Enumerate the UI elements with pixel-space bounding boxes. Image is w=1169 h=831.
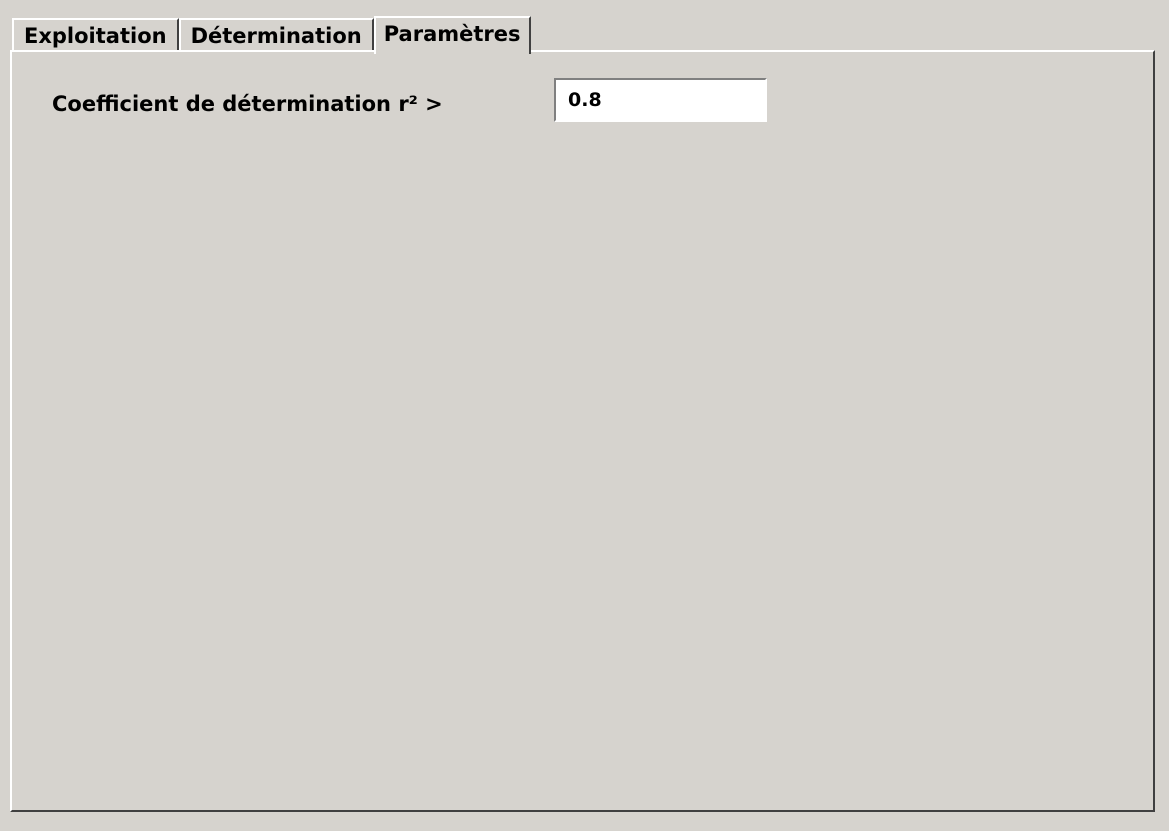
tab-determination[interactable]: Détermination <box>178 18 374 52</box>
tab-panel-parametres: Coefficient de détermination r² > <box>10 50 1155 812</box>
parameters-window: Exploitation Détermination Paramètres Co… <box>0 0 1169 831</box>
r2-threshold-label: Coefficient de détermination r² > <box>52 92 443 116</box>
r2-threshold-input[interactable] <box>554 78 767 122</box>
tab-parametres[interactable]: Paramètres <box>373 16 531 54</box>
tab-exploitation[interactable]: Exploitation <box>12 18 179 52</box>
tab-strip: Exploitation Détermination Paramètres <box>12 14 531 54</box>
